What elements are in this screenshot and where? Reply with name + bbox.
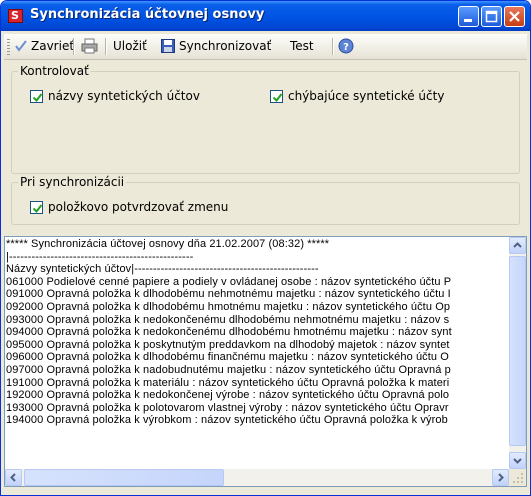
checkmark-icon [272, 93, 283, 103]
log-line: ***** Synchronizácia účtovej osnovy dňa … [6, 238, 330, 250]
toolbar-grip[interactable] [7, 39, 10, 55]
sync-group-title: Pri synchronizácii [18, 175, 127, 189]
confirm-change-label: položkovo potvrdzovať zmenu [48, 200, 229, 214]
floppy-disk-icon [161, 39, 175, 53]
log-content: ***** Synchronizácia účtovej osnovy dňa … [6, 238, 506, 468]
checkmark-icon [32, 93, 43, 103]
checkmark-icon [15, 40, 27, 52]
svg-text:?: ? [343, 42, 349, 53]
log-line: 194000 Opravná položka k výrobkom : názo… [6, 414, 448, 427]
log-line: Názvy syntetických účtov|---------------… [6, 263, 319, 276]
checkmark-icon [32, 204, 43, 214]
help-button[interactable]: ? [338, 38, 354, 56]
app-icon: S [8, 9, 23, 23]
missing-accounts-checkbox[interactable] [270, 90, 283, 103]
log-line: 193000 Opravná položka k polotovarom vla… [6, 401, 449, 414]
maximize-icon [485, 10, 498, 23]
print-button[interactable] [81, 38, 99, 56]
vertical-scrollbar[interactable] [509, 237, 526, 469]
log-line: 093000 Opravná položka k nedokončenému d… [6, 313, 450, 326]
confirm-change-checkbox[interactable] [30, 201, 43, 214]
printer-icon [81, 38, 98, 54]
log-line: 192000 Opravná položka k nedokončenej vý… [6, 389, 450, 402]
missing-accounts-label: chýbajúce syntetické účty [288, 89, 445, 103]
log-line: 095000 Opravná položka k poskytnutým pre… [6, 338, 450, 351]
close-window-button[interactable] [504, 6, 525, 27]
chevron-left-icon [10, 473, 16, 482]
log-line: 094000 Opravná položka k nedokončenému d… [6, 326, 452, 339]
horizontal-scrollbar[interactable] [5, 469, 509, 486]
log-line: 191000 Opravná položka k materiálu : náz… [6, 376, 450, 389]
syntetic-names-checkbox[interactable] [30, 90, 43, 103]
log-textarea[interactable]: ***** Synchronizácia účtovej osnovy dňa … [4, 236, 527, 487]
scroll-down-button[interactable] [509, 452, 526, 469]
scroll-left-button[interactable] [5, 469, 22, 486]
scroll-up-button[interactable] [509, 237, 526, 254]
resize-grip-icon [513, 473, 523, 483]
log-line: 061000 Podielové cenné papiere a podiely… [6, 275, 452, 288]
sync-groupbox: Pri synchronizácii položkovo potvrdzovať… [11, 175, 520, 225]
log-line: 096000 Opravná položka k dlhodobému fina… [6, 351, 449, 364]
log-line: 092000 Opravná položka k dlhodobému hmot… [6, 300, 451, 313]
log-line: |---------------------------------------… [6, 250, 194, 263]
syntetic-names-label: názvy syntetických účtov [48, 89, 200, 103]
vertical-scroll-thumb[interactable] [509, 256, 526, 446]
resize-grip[interactable] [509, 469, 526, 486]
scroll-right-button[interactable] [492, 469, 509, 486]
minimize-button[interactable] [458, 6, 479, 27]
chevron-up-icon [513, 242, 522, 248]
log-line: 091000 Opravná položka k dlhodobému nehm… [6, 288, 451, 301]
sync-window: S Synchronizácia účtovnej osnovy Zavrieť [0, 0, 531, 496]
help-icon: ? [338, 38, 354, 54]
check-group-title: Kontrolovať [18, 64, 91, 78]
log-line: 097000 Opravná položka k nadobudnutému m… [6, 363, 451, 376]
chevron-right-icon [498, 473, 504, 482]
chevron-down-icon [513, 458, 522, 464]
horizontal-scroll-thumb[interactable] [24, 469, 224, 486]
title-bar[interactable]: S Synchronizácia účtovnej osnovy [1, 1, 530, 31]
close-icon [509, 11, 520, 22]
minimize-icon [464, 19, 472, 22]
maximize-button[interactable] [481, 6, 502, 27]
toolbar: Zavrieť Uložiť Synchronizovať Test ? [4, 34, 527, 60]
check-groupbox: Kontrolovať názvy syntetických účtov chý… [11, 64, 520, 174]
window-title: Synchronizácia účtovnej osnovy [30, 7, 265, 22]
